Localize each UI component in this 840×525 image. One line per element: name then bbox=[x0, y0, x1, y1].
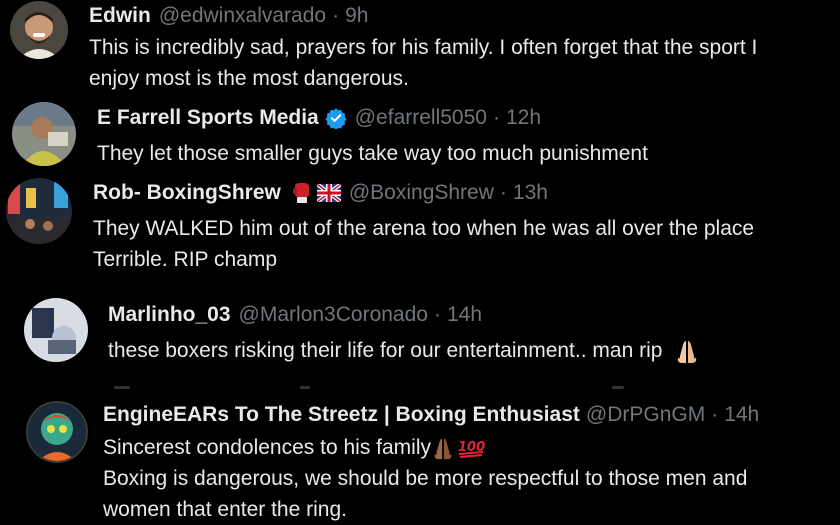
user-handle[interactable]: @efarrell5050 bbox=[355, 105, 487, 131]
tweet-text-line: these boxers risking their life for our … bbox=[108, 335, 700, 366]
tweet-text: They WALKED him out of the arena too whe… bbox=[93, 213, 754, 275]
tweet-header: EngineEARs To The Streetz | Boxing Enthu… bbox=[103, 402, 759, 428]
avatar[interactable] bbox=[6, 178, 72, 244]
display-name[interactable]: Marlinho_03 bbox=[108, 302, 231, 328]
boxing-glove-icon bbox=[292, 183, 309, 203]
avatar-photo bbox=[10, 1, 68, 59]
separator-dot: · bbox=[499, 181, 507, 204]
user-handle[interactable]: @DrPGnGM bbox=[586, 402, 705, 428]
avatar[interactable] bbox=[24, 298, 88, 362]
timestamp[interactable]: 12h bbox=[506, 105, 541, 131]
tweet-text-line: enjoy most is the most dangerous. bbox=[89, 67, 409, 90]
tweet-text-line: Boxing is dangerous, we should be more r… bbox=[103, 467, 748, 490]
separator-dot: · bbox=[492, 106, 500, 129]
tweet-header: E Farrell Sports Media @efarrell5050 · 1… bbox=[97, 105, 541, 131]
display-name[interactable]: Rob- BoxingShrew bbox=[93, 180, 281, 206]
avatar[interactable] bbox=[26, 401, 88, 463]
folded-hands-icon bbox=[434, 439, 452, 460]
separator-dot: · bbox=[332, 4, 340, 27]
divider bbox=[612, 386, 624, 389]
avatar-photo bbox=[6, 178, 72, 244]
tweet-text-line: They WALKED him out of the arena too whe… bbox=[93, 217, 755, 240]
divider bbox=[300, 386, 310, 389]
display-name[interactable]: EngineEARs To The Streetz | Boxing Enthu… bbox=[103, 402, 580, 428]
avatar[interactable] bbox=[12, 102, 76, 166]
uk-flag-icon bbox=[316, 184, 341, 202]
separator-dot: · bbox=[711, 403, 719, 426]
tweet-text-line: This is incredibly sad, prayers for his … bbox=[89, 36, 758, 59]
user-handle[interactable]: @edwinxalvarado bbox=[159, 3, 326, 29]
avatar-photo bbox=[28, 403, 86, 461]
tweet-text-line: Terrible. RIP champ bbox=[93, 248, 278, 271]
tweet-header: Marlinho_03 @Marlon3Coronado · 14h bbox=[108, 302, 482, 328]
hundred-points-icon: 100 bbox=[458, 440, 485, 459]
display-name[interactable]: Edwin bbox=[89, 3, 151, 29]
tweet-text: This is incredibly sad, prayers for his … bbox=[89, 32, 757, 94]
divider bbox=[114, 386, 130, 389]
timestamp[interactable]: 13h bbox=[513, 180, 548, 206]
tweet-text-line: Sincerest condolences to his family 100 bbox=[103, 432, 747, 463]
display-name[interactable]: E Farrell Sports Media bbox=[97, 105, 319, 131]
tweet-header: Edwin @edwinxalvarado · 9h bbox=[89, 3, 368, 29]
avatar-photo bbox=[12, 102, 76, 166]
user-handle[interactable]: @BoxingShrew bbox=[349, 180, 494, 206]
user-handle[interactable]: @Marlon3Coronado bbox=[239, 302, 428, 328]
tweet-text: Sincerest condolences to his family 100 … bbox=[103, 432, 747, 525]
timestamp[interactable]: 14h bbox=[724, 402, 759, 428]
timestamp[interactable]: 14h bbox=[447, 302, 482, 328]
avatar-photo bbox=[24, 298, 88, 362]
tweet-text-content: Sincerest condolences to his family bbox=[103, 436, 431, 459]
timestamp[interactable]: 9h bbox=[345, 3, 368, 29]
tweet-header: Rob- BoxingShrew @BoxingShrew · 13h bbox=[93, 180, 548, 206]
verified-badge-icon bbox=[325, 108, 347, 129]
tweet-text-line: They let those smaller guys take way too… bbox=[97, 142, 648, 165]
tweet-text-content: these boxers risking their life for our … bbox=[108, 339, 663, 362]
avatar[interactable] bbox=[10, 1, 68, 59]
tweet-text-line: women that enter the ring. bbox=[103, 498, 347, 521]
tweet-text: these boxers risking their life for our … bbox=[108, 335, 700, 366]
separator-dot: · bbox=[433, 303, 441, 326]
folded-hands-icon bbox=[678, 341, 697, 364]
tweet-text: They let those smaller guys take way too… bbox=[97, 138, 648, 169]
